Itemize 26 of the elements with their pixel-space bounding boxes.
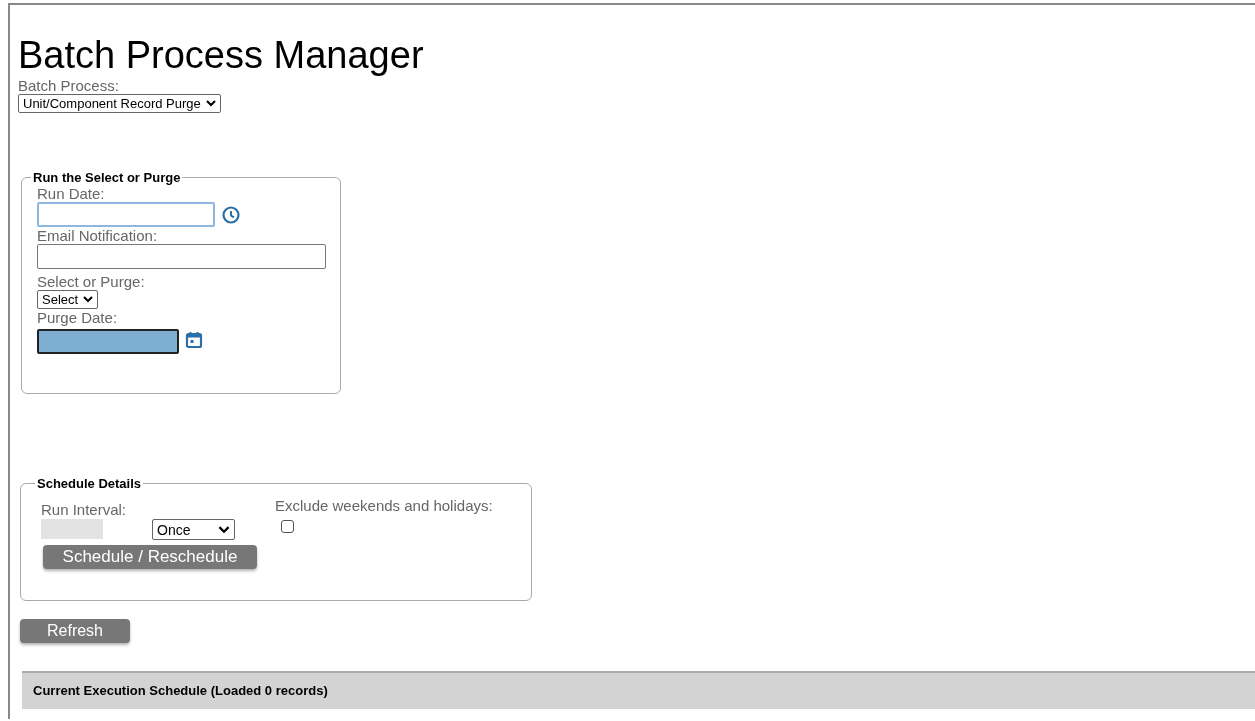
refresh-button[interactable]: Refresh bbox=[20, 619, 130, 643]
exclude-checkbox[interactable] bbox=[281, 520, 294, 533]
section-legend: Schedule Details bbox=[35, 476, 144, 491]
execution-schedule-header: Current Execution Schedule (Loaded 0 records) bbox=[22, 671, 1255, 709]
field-label: Exclude weekends and holidays: bbox=[275, 497, 493, 514]
batch-process-dropdown[interactable]: Unit/Component Record Purge bbox=[18, 94, 221, 113]
field-label: Run Date: bbox=[37, 185, 105, 202]
field-label: Batch Process: bbox=[18, 77, 120, 94]
chevron-icon bbox=[205, 100, 216, 107]
calendar-icon[interactable] bbox=[185, 331, 203, 349]
field-label: Run Interval: bbox=[41, 501, 128, 518]
page-title: Batch Process Manager bbox=[18, 33, 425, 77]
clock-icon[interactable] bbox=[221, 204, 241, 225]
purge-date-field[interactable] bbox=[37, 329, 179, 354]
field-label: Email Notification: bbox=[37, 227, 158, 244]
section-legend: Run the Select or Purge bbox=[31, 170, 183, 185]
field-label: Select or Purge: bbox=[37, 273, 145, 290]
select-purge-dropdown[interactable]: Select bbox=[37, 290, 99, 309]
email-field[interactable] bbox=[37, 244, 326, 269]
schedule-button[interactable]: Schedule / Reschedule bbox=[43, 545, 257, 569]
run-date-field[interactable] bbox=[37, 202, 215, 227]
interval-dropdown[interactable]: Once bbox=[152, 519, 235, 540]
interval-field bbox=[41, 519, 103, 539]
field-label: Purge Date: bbox=[37, 309, 118, 326]
chevron-icon bbox=[218, 525, 230, 534]
chevron-icon bbox=[83, 296, 94, 303]
